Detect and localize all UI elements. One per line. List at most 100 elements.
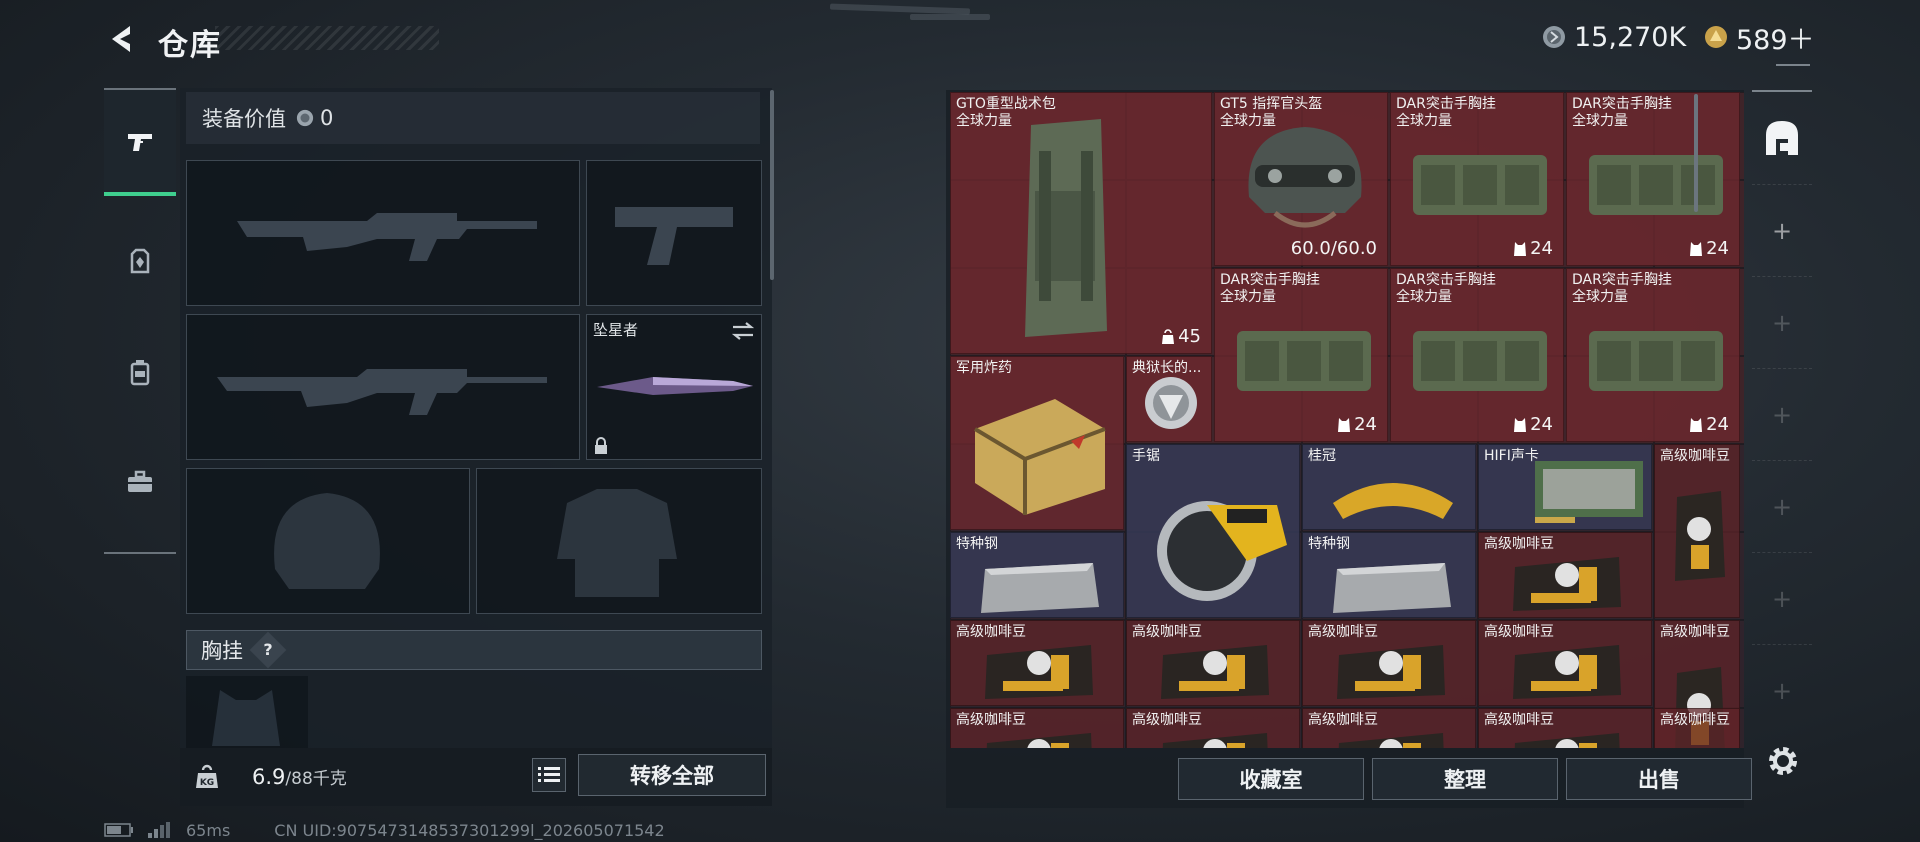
settings-gear-icon[interactable] bbox=[1766, 744, 1800, 778]
item-name: 高级咖啡豆 bbox=[1484, 712, 1554, 728]
coin-icon bbox=[296, 109, 314, 127]
item-count-value: 24 bbox=[1530, 238, 1553, 259]
tab-warehouse-main[interactable] bbox=[1752, 90, 1812, 182]
tab-add-page[interactable]: + bbox=[1752, 644, 1812, 736]
tab-add-page[interactable]: + bbox=[1752, 184, 1812, 276]
chest-rig-slot[interactable] bbox=[186, 676, 308, 748]
item-premium-coffee[interactable]: 高级咖啡豆 bbox=[1126, 620, 1300, 706]
item-dar-chest-rig[interactable]: DAR突击手胸挂 全球力量 24 bbox=[1566, 268, 1740, 442]
item-name: DAR突击手胸挂 全球力量 bbox=[1572, 272, 1672, 305]
currency-token[interactable]: 589＋ bbox=[1704, 20, 1815, 56]
coin-amount: 15,270K bbox=[1574, 21, 1687, 53]
header-marker bbox=[1776, 64, 1810, 66]
item-laurel[interactable]: 桂冠 bbox=[1302, 444, 1476, 530]
token-icon bbox=[1705, 26, 1727, 48]
pistol-silhouette-icon bbox=[615, 207, 733, 265]
item-premium-coffee[interactable]: 高级咖啡豆 bbox=[1126, 708, 1300, 748]
item-special-steel[interactable]: 特种钢 bbox=[1302, 532, 1476, 618]
item-count-value: 24 bbox=[1530, 414, 1553, 435]
item-name: 高级咖啡豆 bbox=[1660, 448, 1730, 464]
knife-icon bbox=[597, 377, 753, 395]
item-name: 高级咖啡豆 bbox=[1132, 624, 1202, 640]
item-name: 手锯 bbox=[1132, 448, 1160, 464]
item-dar-chest-rig[interactable]: DAR突击手胸挂 全球力量 24 bbox=[1390, 92, 1564, 266]
plus-icon: + bbox=[1771, 308, 1793, 337]
item-hifi-soundcard[interactable]: HIFI声卡 bbox=[1478, 444, 1652, 530]
armor-slot[interactable] bbox=[476, 468, 762, 614]
vest-silhouette-icon bbox=[212, 690, 280, 746]
pistol-slot[interactable] bbox=[586, 160, 762, 306]
item-warden-token[interactable]: 典狱长的... bbox=[1126, 356, 1212, 442]
inventory-scrollbar[interactable] bbox=[1694, 94, 1698, 212]
item-name: 高级咖啡豆 bbox=[1308, 712, 1378, 728]
toolbox-icon bbox=[128, 470, 152, 492]
item-premium-coffee[interactable]: 高级咖啡豆 bbox=[950, 620, 1124, 706]
helmet-slot[interactable] bbox=[186, 468, 470, 614]
item-military-explosive[interactable]: 军用炸药 bbox=[950, 356, 1124, 530]
item-gt5-helmet[interactable]: GT5 指挥官头盔 全球力量 60.0/60.0 bbox=[1214, 92, 1388, 266]
tab-add-page[interactable]: + bbox=[1752, 276, 1812, 368]
item-count: 24 bbox=[1513, 238, 1553, 259]
item-premium-coffee[interactable]: 高级咖啡豆 bbox=[1478, 532, 1652, 618]
melee-slot[interactable]: 坠星者 bbox=[586, 314, 762, 460]
swap-icon[interactable] bbox=[731, 321, 755, 341]
item-dar-chest-rig[interactable]: DAR突击手胸挂 全球力量 24 bbox=[1566, 92, 1740, 266]
loadout-scrollbar[interactable] bbox=[770, 90, 774, 280]
tab-add-page[interactable]: + bbox=[1752, 368, 1812, 460]
armor-silhouette-icon bbox=[557, 489, 677, 597]
tab-toolbox[interactable] bbox=[104, 428, 176, 536]
item-count-value: 24 bbox=[1354, 414, 1377, 435]
item-premium-coffee[interactable]: 高级咖啡豆 bbox=[1302, 620, 1476, 706]
loadout-footer: KG 6.9/88千克 转移全部 bbox=[180, 748, 772, 806]
equipment-value: 0 bbox=[320, 106, 334, 130]
chest-rig-section-header: 胸挂 ? bbox=[186, 630, 762, 670]
item-premium-coffee[interactable]: 高级咖啡豆 bbox=[1302, 708, 1476, 748]
equipment-category-tabs bbox=[104, 84, 176, 554]
item-empty[interactable]: 高级咖啡豆 bbox=[1654, 708, 1740, 748]
item-dar-chest-rig[interactable]: DAR突击手胸挂 全球力量 24 bbox=[1390, 268, 1564, 442]
weight-icon: KG bbox=[196, 764, 218, 788]
item-premium-coffee[interactable]: 高级咖啡豆 bbox=[1478, 708, 1652, 748]
tab-add-page[interactable]: + bbox=[1752, 552, 1812, 644]
item-premium-coffee[interactable]: 高级咖啡豆 bbox=[950, 708, 1124, 748]
item-name: DAR突击手胸挂 全球力量 bbox=[1572, 96, 1672, 129]
secondary-weapon-slot[interactable] bbox=[186, 314, 580, 460]
list-view-button[interactable] bbox=[532, 758, 566, 792]
item-name: 高级咖啡豆 bbox=[1484, 624, 1554, 640]
item-count: 24 bbox=[1689, 414, 1729, 435]
currency-coin[interactable]: 15,270K bbox=[1542, 20, 1686, 54]
item-premium-coffee[interactable]: 高级咖啡豆 bbox=[1478, 620, 1652, 706]
primary-weapon-slot[interactable] bbox=[186, 160, 580, 306]
rifle-silhouette-icon bbox=[237, 213, 537, 261]
tab-weapon[interactable] bbox=[104, 88, 176, 196]
back-arrow-icon[interactable] bbox=[104, 22, 138, 56]
melee-name: 坠星者 bbox=[593, 321, 639, 339]
item-hand-saw[interactable]: 手锯 bbox=[1126, 444, 1300, 618]
item-special-steel[interactable]: 特种钢 bbox=[950, 532, 1124, 618]
item-name: DAR突击手胸挂 全球力量 bbox=[1396, 96, 1496, 129]
item-count: 45 bbox=[1161, 326, 1201, 347]
item-name: 高级咖啡豆 bbox=[956, 712, 1026, 728]
item-name: 典狱长的... bbox=[1132, 360, 1202, 376]
help-icon[interactable]: ? bbox=[249, 631, 287, 669]
tab-add-page[interactable]: + bbox=[1752, 460, 1812, 552]
svg-text:KG: KG bbox=[200, 778, 214, 788]
sort-button[interactable]: 整理 bbox=[1372, 758, 1558, 800]
item-count: 24 bbox=[1689, 238, 1729, 259]
equipment-value-bar: 装备价值 0 bbox=[186, 92, 760, 144]
item-dar-chest-rig[interactable]: DAR突击手胸挂 全球力量 24 bbox=[1214, 268, 1388, 442]
tab-backpack[interactable] bbox=[104, 318, 176, 426]
backpack-icon bbox=[130, 360, 150, 386]
item-premium-coffee[interactable]: 高级咖啡豆 bbox=[1654, 444, 1740, 618]
tab-armor[interactable] bbox=[104, 208, 176, 316]
inventory-panel: GTO重型战术包 全球力量 45 GT5 指挥官头盔 全球力量 60.0/60.0 DA… bbox=[946, 90, 1752, 808]
weight-max: /88千克 bbox=[285, 769, 347, 789]
transfer-all-button[interactable]: 转移全部 bbox=[578, 754, 766, 796]
collection-room-button[interactable]: 收藏室 bbox=[1178, 758, 1364, 800]
item-gto-backpack[interactable]: GTO重型战术包 全球力量 45 bbox=[950, 92, 1212, 354]
storage-page-tabs: + + + + + + bbox=[1752, 90, 1812, 730]
weight-current: 6.9 bbox=[252, 765, 286, 789]
sell-button[interactable]: 出售 bbox=[1566, 758, 1752, 800]
coin-icon bbox=[1543, 26, 1565, 48]
item-name: 高级咖啡豆 bbox=[1660, 712, 1730, 728]
